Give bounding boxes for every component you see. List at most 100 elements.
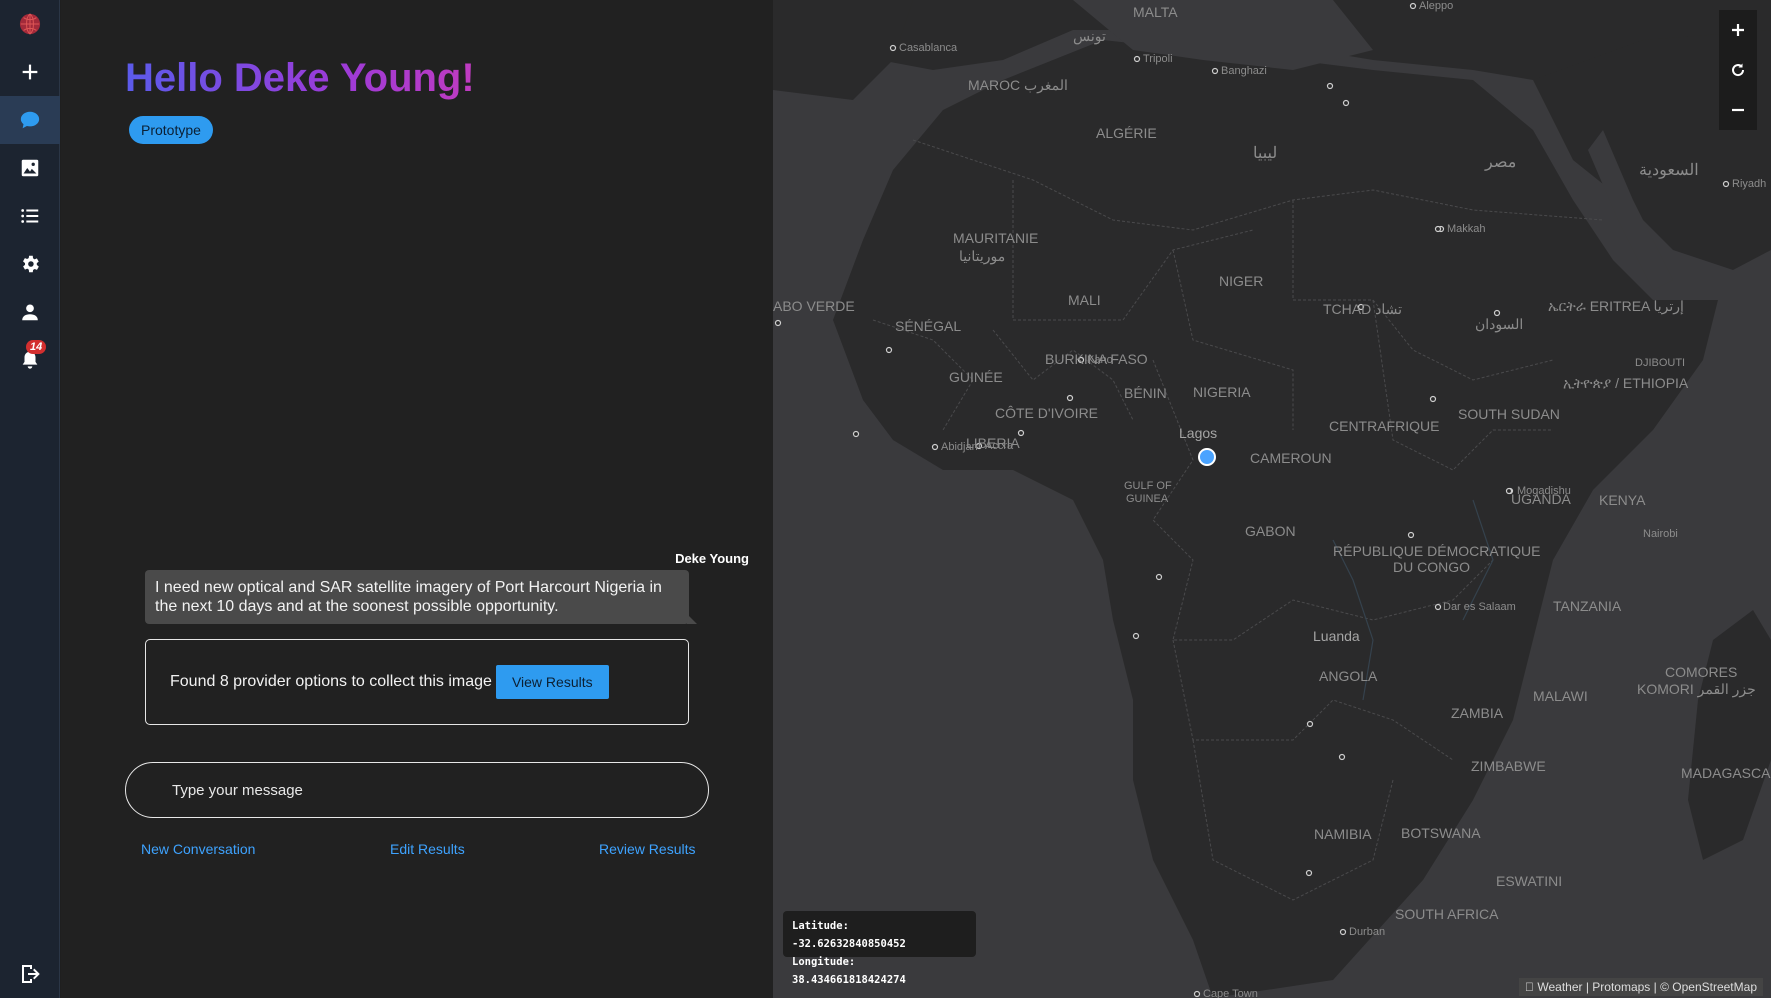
map-label-djibouti: DJIBOUTI — [1635, 357, 1686, 369]
review-results-link[interactable]: Review Results — [599, 841, 695, 857]
result-card: Found 8 provider options to collect this… — [145, 639, 689, 725]
map-label-nigeria: NIGERIA — [1193, 384, 1251, 400]
map-label-comores: COMORES — [1665, 664, 1738, 680]
map-label-angola: ANGOLA — [1319, 668, 1378, 684]
map-label-saudi: السعودية — [1639, 162, 1699, 179]
zoom-in-button[interactable] — [1719, 10, 1757, 50]
plus-icon — [22, 64, 38, 80]
map-label-mauritanie: MAURITANIE — [953, 230, 1039, 246]
map-label-banghazi: Banghazi — [1221, 65, 1267, 77]
sidebar-item-notifications[interactable]: 14 — [0, 336, 60, 384]
logo[interactable] — [0, 0, 60, 48]
latitude-value: -32.62632840850452 — [792, 938, 906, 950]
map-label-cabo-verde: ABO VERDE — [773, 298, 855, 314]
map-label-egypt: مصر — [1485, 154, 1517, 171]
image-icon — [21, 159, 39, 177]
map-label-zimbabwe: ZIMBABWE — [1471, 758, 1546, 774]
map-label-malawi: MALAWI — [1533, 688, 1588, 704]
map-label-tunisia: تونس — [1073, 28, 1106, 44]
sidebar-item-list[interactable] — [0, 192, 60, 240]
user-message-bubble: I need new optical and SAR satellite ima… — [145, 570, 697, 624]
map-label-algerie: ALGÉRIE — [1096, 125, 1157, 141]
map-label-maroc: MAROC المغرب — [968, 77, 1068, 93]
map-label-lagos: Lagos — [1179, 425, 1218, 441]
map-attribution[interactable]:  Weather | Protomaps | © OpenStreetMap — [1519, 978, 1763, 996]
edit-results-link[interactable]: Edit Results — [390, 841, 465, 857]
map-label-rdc2: DU CONGO — [1393, 559, 1470, 575]
logout-icon — [22, 965, 40, 983]
app-root: 14 Hello Deke Young! Prototype Deke Youn… — [0, 0, 1771, 998]
map-view[interactable]: MALTA MAROC المغرب تونس ALGÉRIE ليبيا مص… — [773, 0, 1771, 998]
map-label-cameroun: CAMEROUN — [1250, 450, 1332, 466]
longitude-label: Longitude: — [792, 956, 856, 968]
map-label-ethiopia: ኢትዮጵያ / ETHIOPIA — [1563, 375, 1689, 391]
map-label-cote: CÔTE D'IVOIRE — [995, 405, 1099, 421]
new-item-button[interactable] — [0, 48, 60, 96]
longitude-value: 38.434661818424274 — [792, 974, 906, 986]
map-label-guinea: GUINEA — [1126, 493, 1169, 505]
map-label-mogadishu: Mogadishu — [1517, 485, 1571, 497]
map-label-kenya: KENYA — [1599, 492, 1646, 508]
sidebar-item-settings[interactable] — [0, 240, 60, 288]
map-label-luanda: Luanda — [1313, 628, 1360, 644]
map-label-malta: MALTA — [1133, 4, 1178, 20]
map-label-madagascar: MADAGASCAR — [1681, 765, 1771, 781]
logout-button[interactable] — [18, 962, 42, 991]
view-results-button[interactable]: View Results — [495, 665, 609, 699]
result-text: Found 8 provider options to collect this… — [170, 673, 492, 690]
chat-panel: Hello Deke Young! Prototype Deke Young I… — [61, 0, 773, 998]
greeting-title: Hello Deke Young! — [125, 56, 475, 100]
map-label-benin: BÉNIN — [1124, 385, 1167, 401]
apple-icon:  — [1525, 980, 1534, 994]
zoom-out-button[interactable] — [1719, 90, 1757, 130]
chat-bubble-icon — [20, 111, 40, 129]
map-label-senegal: SÉNÉGAL — [895, 318, 962, 334]
map-label-tchad: TCHAD تشاد — [1323, 301, 1403, 317]
map-label-riyadh: Riyadh — [1732, 178, 1767, 190]
person-icon — [22, 304, 38, 321]
map-label-makkah: Makkah — [1447, 223, 1486, 235]
prototype-chip: Prototype — [129, 116, 213, 144]
longitude-row: Longitude: 38.434661818424274 — [792, 953, 967, 989]
map-label-accra: Accra — [985, 440, 1014, 452]
location-marker[interactable] — [1198, 448, 1216, 466]
list-icon — [21, 209, 39, 223]
map-label-libya: ليبيا — [1253, 145, 1278, 162]
refresh-icon — [1732, 63, 1745, 77]
map-label-casablanca: Casablanca — [899, 42, 958, 54]
map-label-zambia: ZAMBIA — [1451, 705, 1504, 721]
map-label-centrafrique: CENTRAFRIQUE — [1329, 418, 1440, 434]
map-label-guinee: GUINÉE — [949, 369, 1003, 385]
map-label-tanzania: TANZANIA — [1553, 598, 1622, 614]
coordinates-readout: Latitude: -32.62632840850452 Longitude: … — [783, 911, 976, 986]
new-conversation-link[interactable]: New Conversation — [141, 841, 255, 857]
map-label-mauritanie-ar: موريتانيا — [959, 248, 1006, 264]
map-label-tripoli: Tripoli — [1143, 53, 1173, 65]
gear-icon — [23, 255, 39, 273]
map-label-cape-town: Cape Town — [1203, 988, 1258, 998]
sidebar-item-imagery[interactable] — [0, 144, 60, 192]
latitude-row: Latitude: -32.62632840850452 — [792, 917, 967, 953]
map-label-south-africa: SOUTH AFRICA — [1395, 906, 1499, 922]
reset-view-button[interactable] — [1719, 50, 1757, 90]
sidebar-item-chat[interactable] — [0, 96, 60, 144]
map-label-komori: KOMORI جزر القمر — [1637, 681, 1756, 697]
latitude-label: Latitude: — [792, 920, 849, 932]
notification-badge: 14 — [26, 340, 47, 354]
message-input[interactable]: Type your message — [125, 762, 709, 818]
sidebar-item-account[interactable] — [0, 288, 60, 336]
message-sender: Deke Young — [675, 551, 749, 566]
map-label-dar: Dar es Salaam — [1443, 601, 1516, 613]
map-label-sudan: السودان — [1475, 316, 1524, 332]
attribution-text: Weather | Protomaps | © OpenStreetMap — [1537, 980, 1757, 994]
map-label-rdc1: RÉPUBLIQUE DÉMOCRATIQUE — [1333, 543, 1541, 559]
map-label-south-sudan: SOUTH SUDAN — [1458, 406, 1560, 422]
sidebar: 14 — [0, 0, 60, 998]
plus-icon — [1732, 24, 1744, 36]
map-label-niger: NIGER — [1219, 273, 1264, 289]
globe-icon — [19, 13, 41, 35]
map-label-abidjan: Abidjan — [941, 441, 978, 453]
map-label-eritrea: ኤርትራ ERITREA إرتريا — [1548, 298, 1684, 314]
map-label-aleppo: Aleppo — [1419, 0, 1454, 12]
map-label-kano: Kano — [1087, 354, 1113, 366]
